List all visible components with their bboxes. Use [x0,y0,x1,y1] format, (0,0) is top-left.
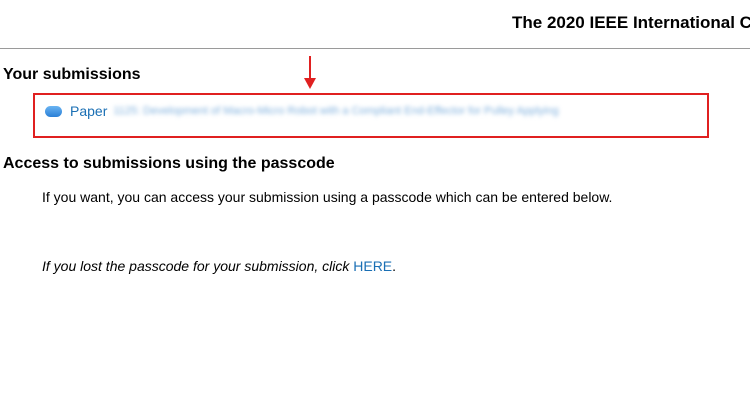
passcode-info-text: If you want, you can access your submiss… [42,189,613,205]
paper-title-redacted[interactable]: 1125: Development of Macro-Micro Robot w… [113,105,558,117]
paper-bullet-icon [45,105,62,117]
paper-link[interactable]: Paper [70,103,107,119]
header-divider [0,48,750,49]
page: The 2020 IEEE International C Your submi… [0,0,750,416]
your-submissions-heading: Your submissions [3,66,141,83]
passcode-access-heading: Access to submissions using the passcode [3,155,335,172]
lost-passcode-here-link[interactable]: HERE [353,258,392,274]
conference-title: The 2020 IEEE International C [512,13,750,32]
lost-passcode-suffix: . [392,258,397,274]
submission-list-item[interactable]: Paper 1125: Development of Macro-Micro R… [45,103,559,119]
down-arrow-icon [304,56,316,89]
lost-passcode-text: If you lost the passcode for your submis… [42,258,396,274]
lost-passcode-prefix: If you lost the passcode for your submis… [42,258,354,274]
